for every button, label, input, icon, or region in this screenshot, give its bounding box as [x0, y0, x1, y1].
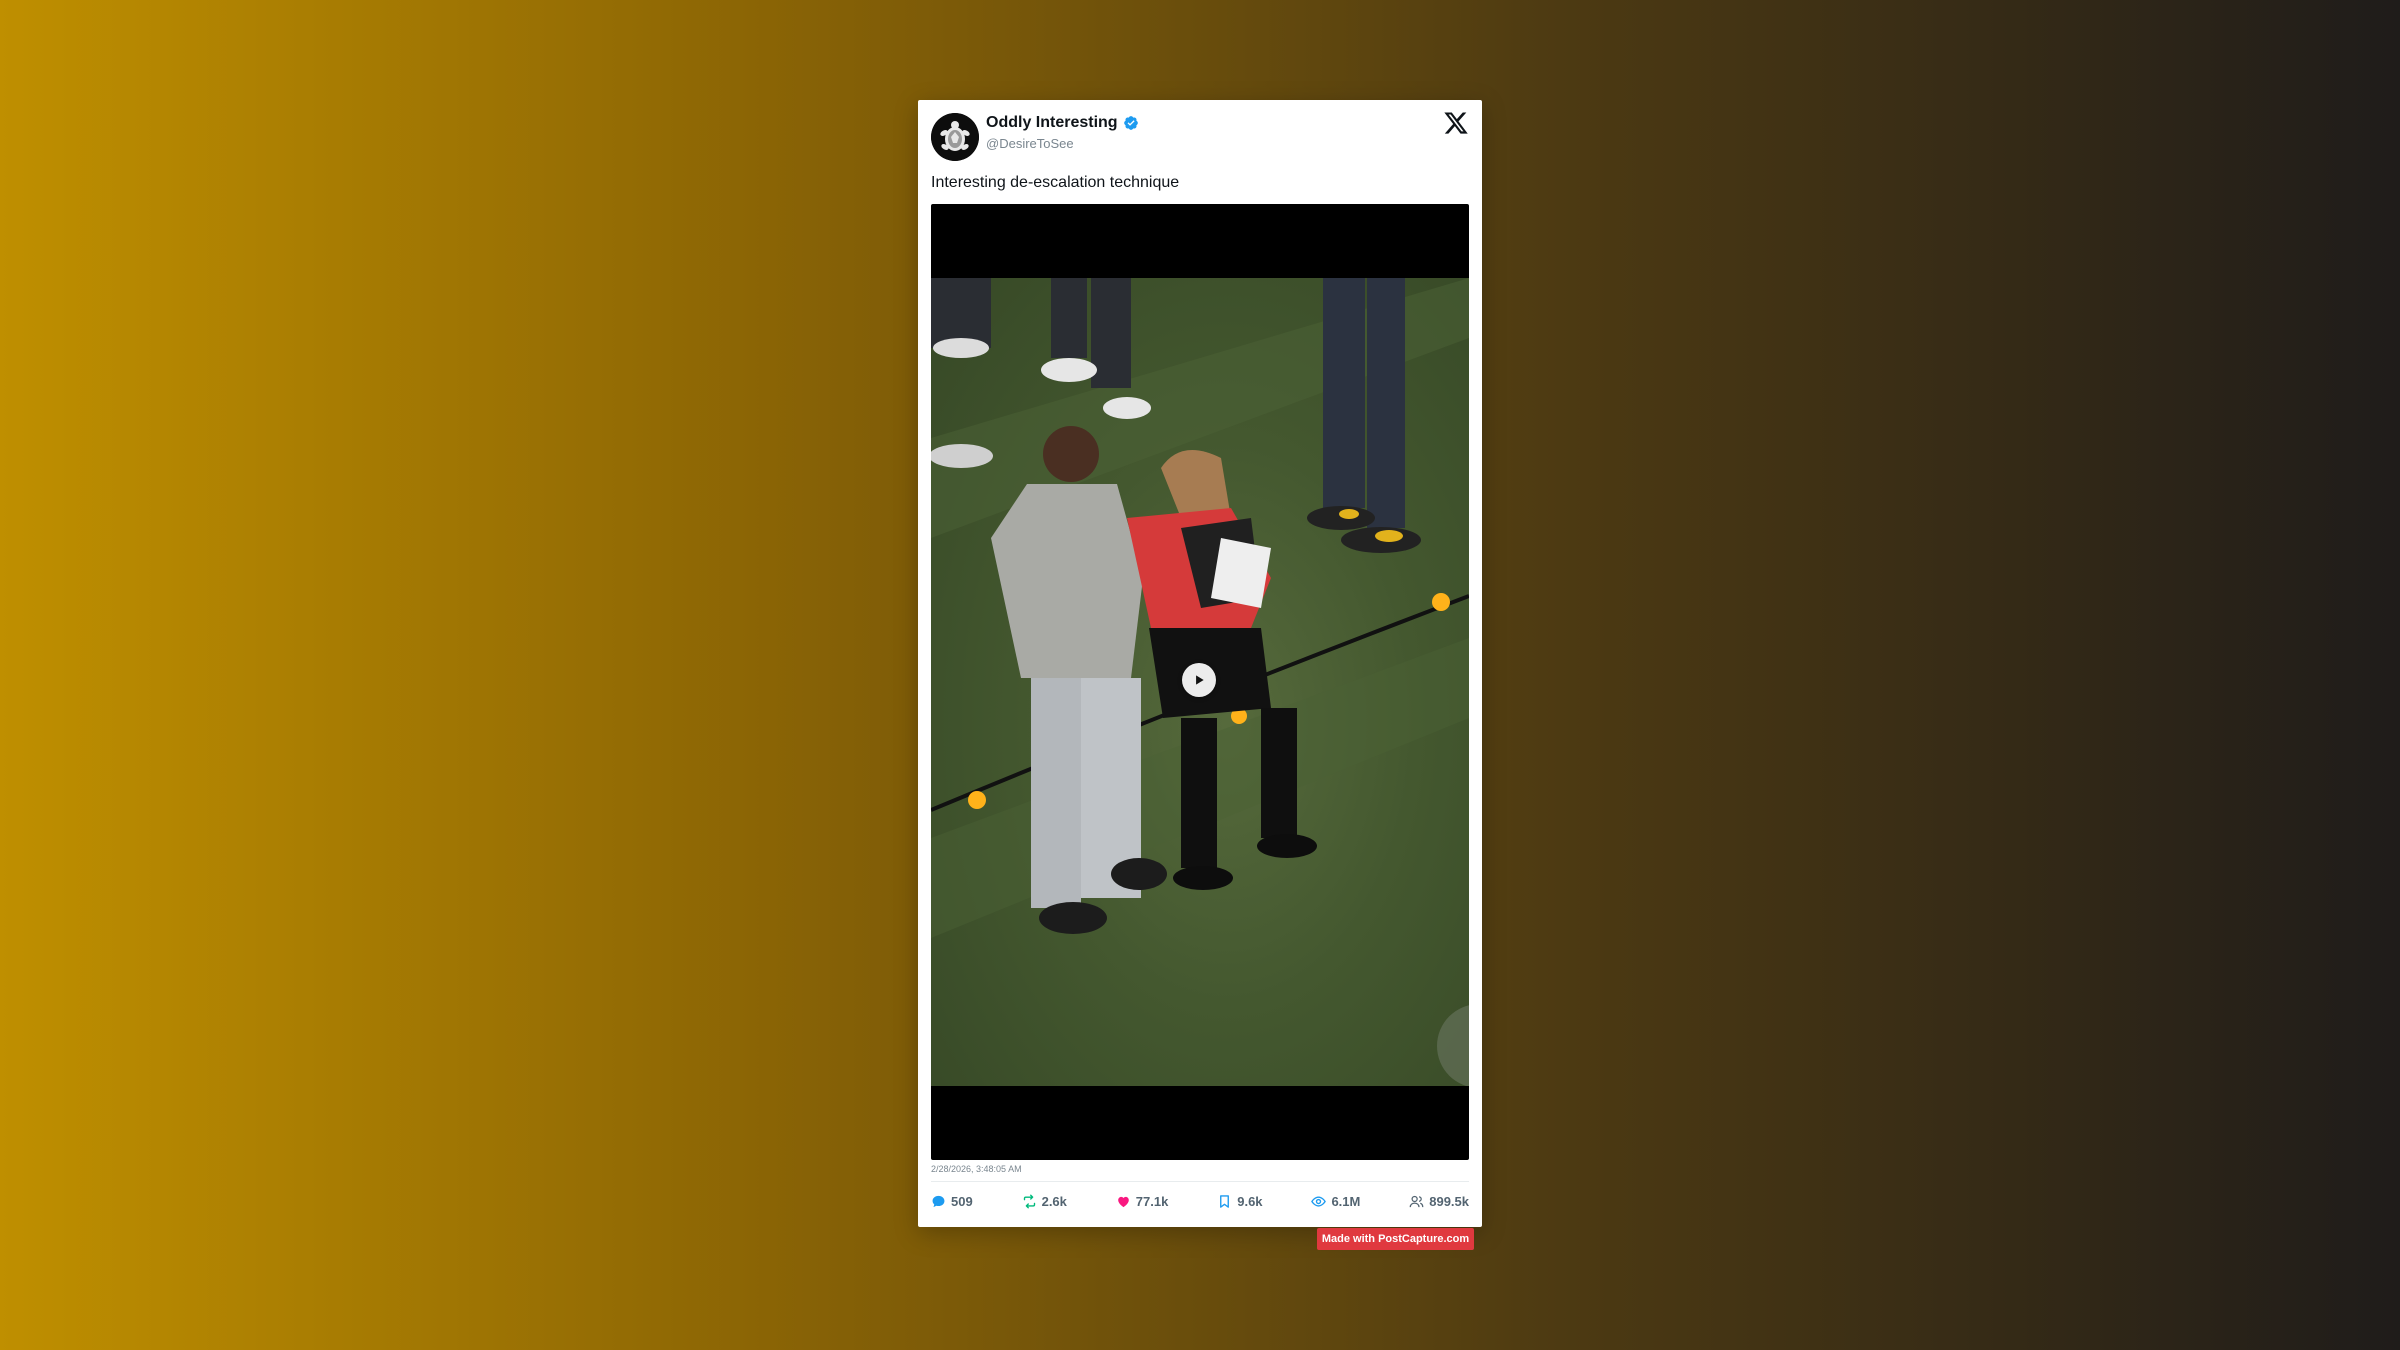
stat-replies-value: 509	[951, 1193, 973, 1209]
play-button[interactable]	[1182, 663, 1216, 697]
author-name-row[interactable]: Oddly Interesting	[986, 114, 1139, 132]
avatar[interactable]	[931, 113, 979, 161]
views-icon	[1311, 1195, 1327, 1207]
stat-bookmarks[interactable]: 9.6k	[1217, 1193, 1263, 1209]
bookmark-icon	[1220, 1194, 1230, 1208]
turtle-avatar-icon	[931, 113, 979, 161]
author-display-name[interactable]: Oddly Interesting	[986, 114, 1118, 132]
stat-likes[interactable]: 77.1k	[1116, 1193, 1169, 1209]
stat-views[interactable]: 6.1M	[1311, 1194, 1360, 1209]
stat-likes-value: 77.1k	[1135, 1193, 1169, 1209]
stat-replies[interactable]: 509	[931, 1194, 973, 1209]
stat-views-value: 6.1M	[1331, 1193, 1361, 1209]
reply-icon	[932, 1195, 945, 1207]
stat-bookmarks-value: 9.6k	[1237, 1193, 1263, 1209]
author-handle[interactable]: @DesireToSee	[986, 136, 1074, 151]
stats-divider	[931, 1181, 1469, 1182]
stat-followers-value: 899.5k	[1429, 1193, 1469, 1209]
x-logo-icon[interactable]	[1443, 110, 1469, 136]
stat-retweets-value: 2.6k	[1041, 1193, 1067, 1209]
video-player[interactable]	[931, 204, 1469, 1160]
followers-icon	[1409, 1195, 1424, 1207]
play-icon	[1196, 675, 1204, 685]
stat-followers[interactable]: 899.5k	[1409, 1194, 1469, 1209]
heart-icon	[1117, 1196, 1129, 1207]
tweet-card: Oddly Interesting @DesireToSee Interesti…	[918, 100, 1482, 1227]
verified-badge-icon	[1123, 116, 1138, 130]
tweet-timestamp: 2/28/2026, 3:48:05 AM	[931, 1164, 1022, 1174]
stat-retweets[interactable]: 2.6k	[1022, 1194, 1067, 1209]
postcapture-watermark-badge[interactable]: Made with PostCapture.com	[1317, 1228, 1474, 1250]
tweet-text: Interesting de-escalation technique	[931, 174, 1180, 191]
engagement-stats: 509 2.6k 77.1k 9.6k 6.1M 899.5k	[931, 1190, 1469, 1212]
retweet-icon	[1023, 1194, 1035, 1208]
